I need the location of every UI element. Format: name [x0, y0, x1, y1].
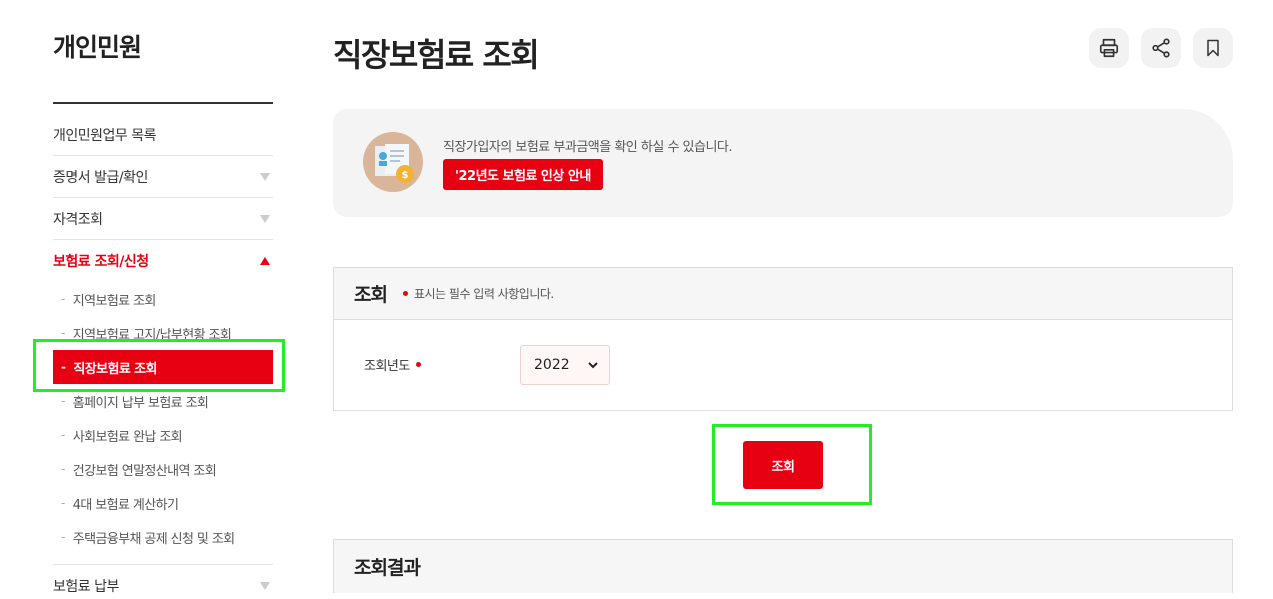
required-dot-icon	[402, 291, 408, 296]
required-note-text: 표시는 필수 입력 사항입니다.	[413, 287, 554, 301]
sidebar-item-premium-payment[interactable]: 보험료 납부	[53, 565, 273, 599]
highlight-sidebar-selection	[33, 339, 285, 392]
required-dot-icon	[415, 362, 421, 367]
sidebar-submenu: - 지역보험료 조회 - 지역보험료 고지/납부현황 조회 - 직장보험료 조회…	[53, 282, 273, 554]
submenu-item-housing-loan[interactable]: - 주택금융부채 공제 신청 및 조회	[53, 520, 273, 554]
submit-query-button[interactable]: 조회	[743, 441, 823, 489]
info-text: 직장가입자의 보험료 부과금액을 확인 하실 수 있습니다.	[443, 140, 733, 155]
chevron-down-icon	[588, 362, 598, 369]
sidebar-item-label: 개인민원업무 목록	[53, 127, 157, 144]
svg-text:$: $	[402, 170, 409, 181]
query-form: 조회 표시는 필수 입력 사항입니다. 조회년도 2022	[333, 267, 1233, 411]
share-button[interactable]	[1141, 28, 1181, 68]
submenu-item-label: 지역보험료 조회	[72, 293, 157, 309]
dash-icon: -	[61, 428, 65, 442]
bookmark-button[interactable]	[1193, 28, 1233, 68]
dash-icon: -	[61, 530, 65, 544]
year-select-value: 2022	[534, 357, 570, 373]
sidebar-item-label: 보험료 조회/신청	[53, 254, 149, 270]
year-label-text: 조회년도	[364, 359, 410, 374]
sidebar-item-certificate[interactable]: 증명서 발급/확인	[53, 156, 273, 198]
result-section: 조회결과	[333, 539, 1233, 593]
query-row-year: 조회년도 2022	[334, 320, 1232, 410]
chevron-down-icon	[260, 582, 270, 590]
sidebar-item-premium-inquiry[interactable]: 보험료 조회/신청	[53, 240, 273, 282]
sidebar-item-label: 자격조회	[53, 211, 103, 228]
year-select[interactable]: 2022	[520, 345, 610, 385]
sidebar-item-qualification[interactable]: 자격조회	[53, 198, 273, 240]
submenu-item-label: 주택금융부채 공제 신청 및 조회	[72, 531, 235, 547]
submenu-item-label: 건강보험 연말정산내역 조회	[72, 463, 217, 479]
print-icon	[1099, 38, 1119, 58]
document-coin-icon: $	[363, 132, 423, 192]
query-title: 조회	[354, 284, 388, 306]
bookmark-icon	[1207, 39, 1219, 57]
premium-increase-notice-button[interactable]: '22년도 보험료 인상 안내	[443, 159, 603, 190]
year-label: 조회년도	[364, 355, 421, 374]
dash-icon: -	[61, 394, 65, 408]
submenu-item-regional-premium[interactable]: - 지역보험료 조회	[53, 282, 273, 316]
print-button[interactable]	[1089, 28, 1129, 68]
info-banner: $ 직장가입자의 보험료 부과금액을 확인 하실 수 있습니다. '22년도 보…	[333, 109, 1233, 217]
chevron-down-icon	[260, 172, 270, 181]
chevron-up-icon	[260, 257, 270, 265]
sidebar-title: 개인민원	[53, 33, 142, 62]
dash-icon: -	[61, 292, 65, 306]
result-title: 조회결과	[354, 557, 421, 579]
sidebar-item-civil-list[interactable]: 개인민원업무 목록	[53, 114, 273, 156]
required-note: 표시는 필수 입력 사항입니다.	[402, 285, 554, 302]
dash-icon: -	[61, 496, 65, 510]
page-title: 직장보험료 조회	[333, 36, 540, 74]
dash-icon: -	[61, 326, 65, 340]
submenu-item-year-end[interactable]: - 건강보험 연말정산내역 조회	[53, 452, 273, 486]
chevron-down-icon	[260, 214, 270, 223]
sidebar-divider	[53, 102, 273, 104]
sidebar-item-label: 보험료 납부	[53, 579, 119, 595]
submenu-item-label: 홈페이지 납부 보험료 조회	[72, 395, 209, 411]
submenu-item-social-insurance[interactable]: - 사회보험료 완납 조회	[53, 418, 273, 452]
submenu-item-label: 사회보험료 완납 조회	[72, 429, 183, 445]
submenu-item-label: 4대 보험료 계산하기	[72, 497, 179, 513]
sidebar-item-label: 증명서 발급/확인	[53, 169, 148, 186]
query-header: 조회 표시는 필수 입력 사항입니다.	[334, 268, 1232, 320]
dash-icon: -	[61, 462, 65, 476]
submenu-item-calculator[interactable]: - 4대 보험료 계산하기	[53, 486, 273, 520]
share-icon	[1152, 38, 1170, 58]
